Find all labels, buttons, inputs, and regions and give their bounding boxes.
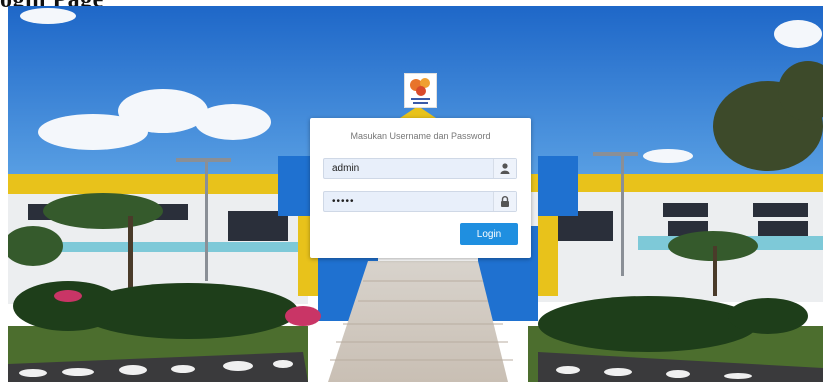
login-form: Masukan Username dan Password admin ••••… [310,118,531,258]
user-icon [493,159,516,178]
login-button[interactable]: Login [460,223,518,245]
password-value[interactable]: ••••• [332,196,355,207]
password-field[interactable]: ••••• [323,191,517,212]
university-logo [404,73,437,108]
login-title: Masukan Username dan Password [350,131,491,141]
username-field[interactable]: admin [323,158,517,179]
lock-icon [493,192,516,211]
username-value[interactable]: admin [332,163,359,174]
